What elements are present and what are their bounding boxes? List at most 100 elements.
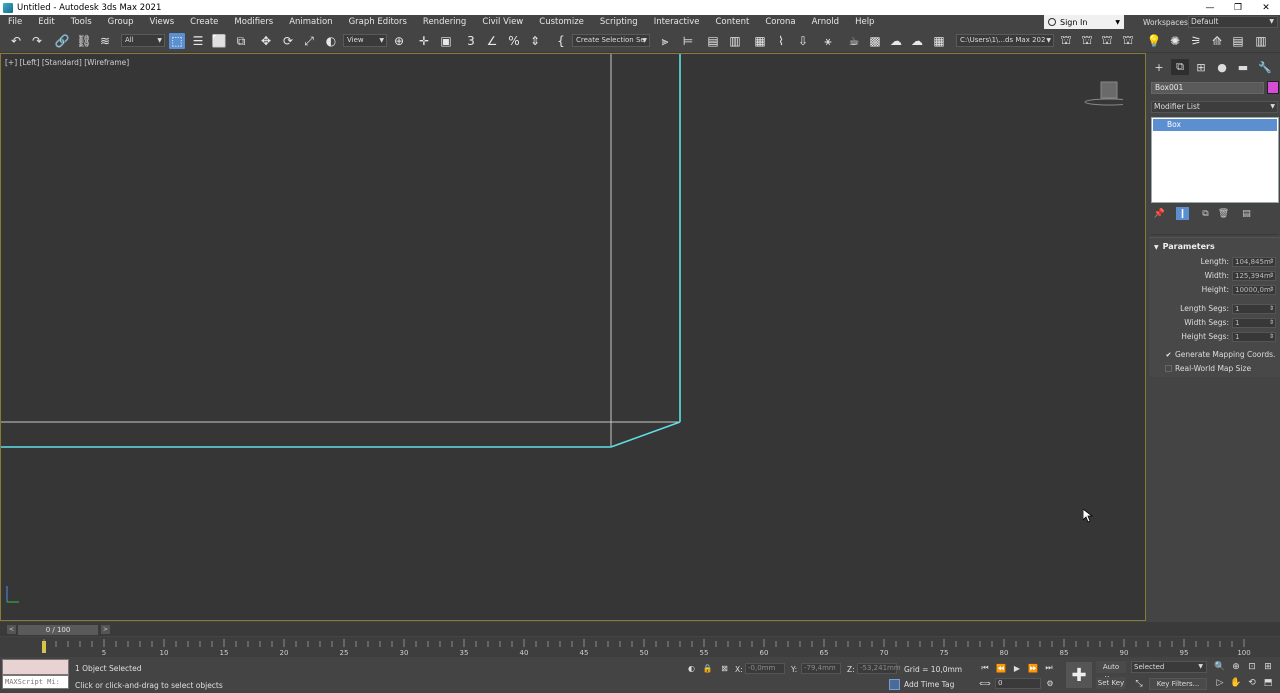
layer-explorer-icon[interactable]: ▥: [727, 33, 743, 49]
wireframe-box[interactable]: [1, 54, 1146, 621]
window-crossing-icon[interactable]: ⧉: [233, 33, 249, 49]
pan-icon[interactable]: ✋: [1230, 677, 1242, 689]
maximize-viewport-icon[interactable]: ⬒: [1262, 677, 1274, 689]
spinner-arrows-icon[interactable]: ⇕: [1269, 258, 1274, 266]
rectangular-selection-icon[interactable]: ⬜: [211, 33, 227, 49]
menu-animation[interactable]: Animation: [281, 17, 340, 27]
set-keys-icon[interactable]: ✚: [1066, 662, 1092, 688]
project-folder-dropdown[interactable]: C:\Users\1\...ds Max 202 ▼: [956, 34, 1054, 47]
material-editor-icon[interactable]: ⚹: [820, 33, 836, 49]
move-icon[interactable]: ✥: [258, 33, 274, 49]
go-to-end-icon[interactable]: ⏭: [1043, 662, 1055, 674]
parameters-rollout-title[interactable]: ▼ Parameters: [1154, 242, 1215, 251]
menu-group[interactable]: Group: [100, 17, 142, 27]
bind-space-warp-icon[interactable]: ≋: [97, 33, 113, 49]
zoom-icon[interactable]: 🔍: [1214, 661, 1226, 673]
motion-tab-icon[interactable]: ●: [1213, 59, 1231, 75]
project-icon-1[interactable]: ⛫: [1058, 33, 1074, 49]
menu-graph-editors[interactable]: Graph Editors: [341, 17, 415, 27]
scale-icon[interactable]: ⤢: [301, 33, 317, 49]
track-ruler[interactable]: 5 10 15 20 25 30 35 40 45 50 55 60 65 70 75 80 85 90 95 100: [0, 637, 1280, 657]
default-in-out-tangents-icon[interactable]: ⤡: [1133, 678, 1145, 690]
width-spinner[interactable]: 125,394m ⇕: [1232, 271, 1276, 281]
select-manipulate-icon[interactable]: ✛: [416, 33, 432, 49]
isolate-selection-icon[interactable]: ◐: [686, 663, 697, 674]
spinner-arrows-icon[interactable]: ⇕: [1269, 319, 1274, 327]
display-tab-icon[interactable]: ▬: [1234, 59, 1252, 75]
spinner-snap-icon[interactable]: ⇕: [527, 33, 543, 49]
auto-key-button[interactable]: Auto Key: [1096, 661, 1126, 683]
stack-item-box[interactable]: Box: [1153, 119, 1277, 131]
workspace-select[interactable]: Default ▼: [1188, 16, 1278, 28]
spinner-arrows-icon[interactable]: ⇕: [1269, 272, 1274, 280]
redo-icon[interactable]: ↷: [29, 33, 45, 49]
viewcube-icon[interactable]: [1083, 80, 1123, 106]
menu-modifiers[interactable]: Modifiers: [226, 17, 281, 27]
next-frame-button[interactable]: >: [101, 625, 110, 634]
corona-settings-icon[interactable]: ▥: [1253, 33, 1269, 49]
menu-content[interactable]: Content: [708, 17, 758, 27]
hierarchy-tab-icon[interactable]: ⊞: [1192, 59, 1210, 75]
spinner-arrows-icon[interactable]: ⇕: [1269, 286, 1274, 294]
render-iterative-icon[interactable]: ☁: [909, 33, 925, 49]
modify-tab-icon[interactable]: ⧉: [1171, 59, 1189, 75]
viewport-left[interactable]: [+] [Left] [Standard] [Wireframe]: [0, 53, 1146, 621]
named-selection-dropdown[interactable]: Create Selection Se ▼: [572, 34, 650, 47]
angle-snap-icon[interactable]: ∠: [484, 33, 500, 49]
selection-lock-icon[interactable]: 🔒: [702, 663, 713, 674]
keyboard-shortcut-icon[interactable]: ▣: [438, 33, 454, 49]
configure-modifier-sets-icon[interactable]: ▤: [1240, 207, 1253, 220]
menu-help[interactable]: Help: [847, 17, 882, 27]
object-color-swatch[interactable]: [1267, 81, 1279, 94]
track-bar[interactable]: 5 10 15 20 25 30 35 40 45 50 55 60 65 70 75 80 85 90 95 100: [0, 637, 1280, 657]
modifier-stack[interactable]: Box: [1151, 117, 1279, 203]
absolute-mode-icon[interactable]: ⊠: [719, 663, 730, 674]
corona-render-icon[interactable]: ⟰: [1209, 33, 1225, 49]
remove-modifier-icon[interactable]: 🗑: [1217, 207, 1230, 220]
unlink-icon[interactable]: ⛓: [76, 33, 92, 49]
select-by-name-icon[interactable]: ☰: [190, 33, 206, 49]
add-time-tag[interactable]: Add Time Tag: [889, 679, 954, 690]
current-frame-marker[interactable]: [42, 641, 46, 653]
ribbon-icon[interactable]: ▦: [752, 33, 768, 49]
height-spinner[interactable]: 10000,0m ⇕: [1232, 285, 1276, 295]
zoom-all-icon[interactable]: ⊕: [1230, 661, 1242, 673]
show-end-result-icon[interactable]: ❙: [1176, 207, 1189, 220]
light-icon[interactable]: 💡: [1146, 33, 1162, 49]
reference-coordinate-dropdown[interactable]: View ▼: [343, 34, 387, 47]
sign-in-button[interactable]: Sign In ▼: [1044, 15, 1124, 29]
pivot-center-icon[interactable]: ⊕: [391, 33, 407, 49]
mirror-icon[interactable]: ⫸: [657, 33, 673, 49]
make-unique-icon[interactable]: ⧉: [1199, 207, 1212, 220]
close-button[interactable]: ✕: [1252, 0, 1280, 15]
selection-filter-dropdown[interactable]: All ▼: [121, 34, 165, 47]
rotate-icon[interactable]: ⟳: [280, 33, 296, 49]
length-spinner[interactable]: 104,845m ⇕: [1232, 257, 1276, 267]
minimize-button[interactable]: —: [1196, 0, 1224, 15]
restore-button[interactable]: ❐: [1224, 0, 1252, 15]
generate-mapping-checkbox[interactable]: ✔ Generate Mapping Coords.: [1165, 350, 1276, 359]
rendered-frame-icon[interactable]: ▩: [867, 33, 883, 49]
zoom-extents-icon[interactable]: ⊡: [1246, 661, 1258, 673]
snaps-toggle-icon[interactable]: 3: [463, 33, 479, 49]
spinner-arrows-icon[interactable]: ⇕: [1269, 305, 1274, 313]
render-online-icon[interactable]: ▦: [931, 33, 947, 49]
time-slider[interactable]: 0 / 100: [18, 625, 98, 635]
zoom-extents-all-icon[interactable]: ⊞: [1262, 661, 1274, 673]
menu-civil-view[interactable]: Civil View: [474, 17, 531, 27]
edit-named-selection-icon[interactable]: {: [553, 33, 569, 49]
menu-scripting[interactable]: Scripting: [592, 17, 646, 27]
next-frame-icon[interactable]: ⏩: [1027, 662, 1039, 674]
scene-explorer-icon[interactable]: ▤: [705, 33, 721, 49]
menu-customize[interactable]: Customize: [531, 17, 592, 27]
menu-views[interactable]: Views: [142, 17, 183, 27]
key-mode-toggle-icon[interactable]: ⟺: [979, 677, 991, 689]
maxscript-input[interactable]: MAXScript Mi:: [2, 675, 69, 689]
render-production-icon[interactable]: ☁: [888, 33, 904, 49]
orbit-icon[interactable]: ⟲: [1246, 677, 1258, 689]
select-object-icon[interactable]: ⬚: [169, 33, 185, 49]
pin-stack-icon[interactable]: 📌: [1153, 207, 1166, 220]
maxscript-output[interactable]: [2, 659, 69, 675]
menu-file[interactable]: File: [0, 17, 30, 27]
x-coordinate-field[interactable]: -0,0mm: [745, 663, 785, 674]
